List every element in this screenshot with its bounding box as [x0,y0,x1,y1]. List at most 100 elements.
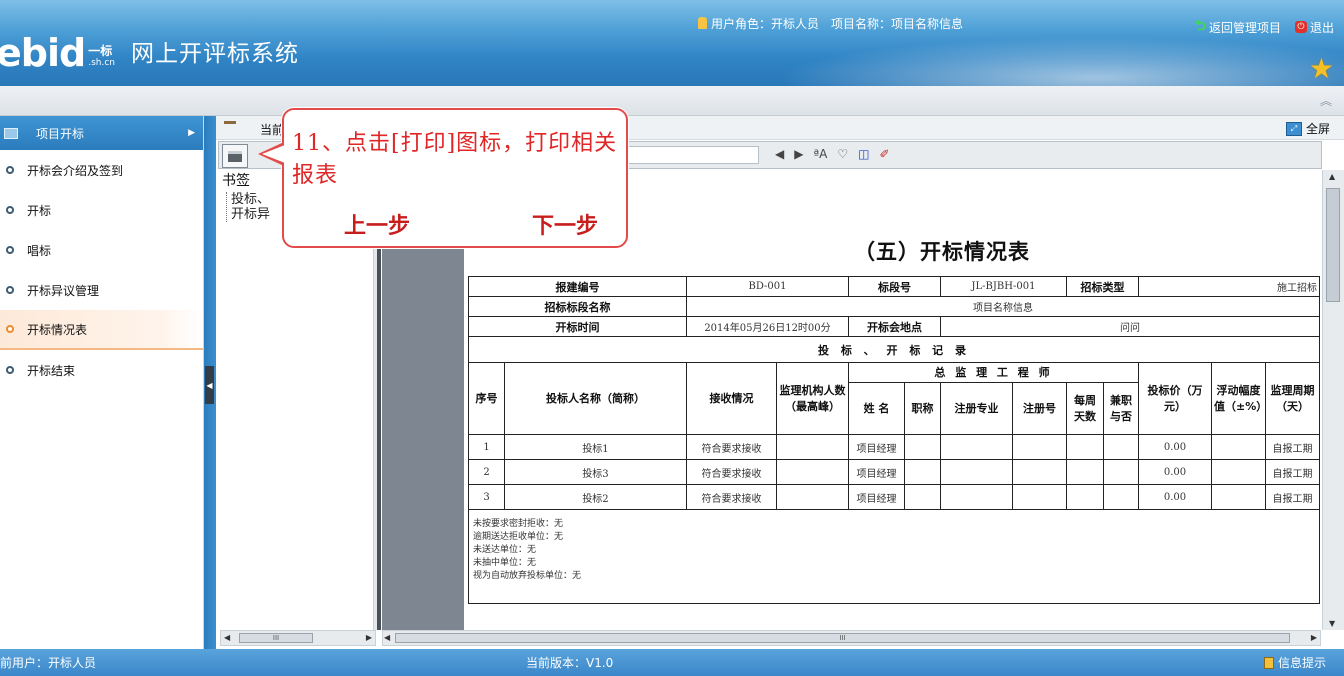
cell-name: 项目经理 [848,459,905,485]
folder-icon [4,127,18,139]
collapse-sidebar-icon[interactable]: ◀ [205,366,214,404]
scroll-thumb[interactable]: III [395,633,1290,643]
favorite-star-icon[interactable]: ★ [1309,52,1334,85]
table-row: 2 投标3 符合要求接收 项目经理 0.00 自报工期 [468,459,1320,485]
cell-receive: 符合要求接收 [686,484,777,510]
scroll-up-icon[interactable]: ▲ [1329,172,1335,181]
value-open-time: 2014年05月26日12时00分 [686,316,849,337]
system-title: 网上开评标系统 [130,41,299,67]
sidebar-item-finish[interactable]: 开标结束 [0,350,203,390]
scroll-thumb[interactable] [1326,188,1340,302]
highlight-icon[interactable]: ✐ [879,147,889,161]
bullet-icon [6,366,14,374]
back-to-projects-link[interactable]: ⮌ 返回管理项目 [1195,15,1281,39]
sidebar-item-signin[interactable]: 开标会介绍及签到 [0,150,203,190]
sidebar-splitter[interactable]: ◀ [204,116,216,649]
prev-page-icon[interactable]: ◀ [775,147,784,161]
table-row: 1 投标1 符合要求接收 项目经理 0.00 自报工期 [468,434,1320,460]
sub-header-bar [0,86,1344,116]
app-version: 当前版本：V1.0 [526,656,614,670]
cell-receive: 符合要求接收 [686,434,777,460]
user-role-text: 用户角色：开标人员 [711,17,820,31]
cell-price: 0.00 [1138,484,1212,510]
user-icon [698,17,707,29]
vertical-scrollbar[interactable]: ▲ ▼ [1322,170,1344,630]
header-bidder: 投标人名称（简称） [504,362,687,435]
collapse-up-icon[interactable]: ︽ [1320,92,1332,109]
sidebar-section-header[interactable]: 项目开标 ▶ [0,116,203,150]
header-major: 注册专业 [940,382,1013,435]
sidebar-menu: 开标会介绍及签到 开标 唱标 开标异议管理 开标情况表 开标结束 [0,150,203,390]
brand-cn: 一标 [88,44,113,58]
cell-bidder: 投标1 [504,434,687,460]
bullet-icon [6,325,14,333]
print-icon [228,150,242,162]
sidebar-item-sing-bid[interactable]: 唱标 [0,230,203,270]
brand-sub: 一标 .sh.cn [88,44,115,69]
cell-days [1066,484,1104,510]
info-label: 信息提示 [1277,656,1326,670]
scroll-down-icon[interactable]: ▼ [1329,619,1335,628]
cell-bidder: 投标3 [504,459,687,485]
cell-price: 0.00 [1138,459,1212,485]
cell-float [1211,484,1266,510]
sidebar-item-open-bid[interactable]: 开标 [0,190,203,230]
report-hscrollbar[interactable]: ◀ III ▶ [382,630,1321,646]
brand-domain: .sh.cn [88,58,115,68]
project-name: 项目名称：项目名称信息 [831,17,964,31]
info-icon [1263,656,1274,669]
cell-reg-no [1012,484,1067,510]
back-label: 返回管理项目 [1208,20,1281,35]
scroll-right-icon[interactable]: ▶ [1311,633,1317,642]
scroll-right-icon[interactable]: ▶ [366,633,372,642]
cell-major [940,459,1013,485]
label-section-code: 标段号 [848,276,941,297]
cell-period: 自报工期 [1265,459,1320,485]
cell-reg-no [1012,434,1067,460]
sidebar-item-label: 开标情况表 [27,322,88,337]
fullscreen-label: 全屏 [1305,122,1330,136]
chevron-right-icon: ▶ [188,128,195,138]
cell-receive: 符合要求接收 [686,459,777,485]
bid-report-table: 报建编号 BD-001 标段号 JL-BJBH-001 招标类型 施工招标 招标… [468,276,1320,604]
prev-step-link[interactable]: 上一步 [344,208,410,240]
bullet-icon [6,286,14,294]
find-text-icon[interactable]: ªA [813,147,827,161]
scroll-left-icon[interactable]: ◀ [384,633,390,642]
cell-title [904,434,941,460]
sidebar-item-bid-report[interactable]: 开标情况表 [0,310,203,350]
next-page-icon[interactable]: ▶ [794,147,803,161]
cell-staff [776,434,849,460]
cell-staff [776,484,849,510]
print-button[interactable] [222,144,248,168]
cell-days [1066,434,1104,460]
cell-price: 0.00 [1138,434,1212,460]
note-line: 视为自动放弃投标单位：无 [473,571,582,581]
bookmark-hscrollbar[interactable]: ◀ III ▶ [220,630,376,646]
bullet-icon [6,246,14,254]
cell-name: 项目经理 [848,434,905,460]
app-header: ebid 一标 .sh.cn 网上开评标系统 用户角色：开标人员 项目名称：项目… [0,0,1344,86]
logo: ebid 一标 .sh.cn 网上开评标系统 [0,28,299,74]
select-icon[interactable]: ♡ [837,147,848,161]
cell-name: 项目经理 [848,484,905,510]
cell-parttime [1103,459,1139,485]
info-link[interactable]: 信息提示 [1263,654,1326,671]
fullscreen-button[interactable]: ⤢ 全屏 [1285,120,1330,137]
table-row: 3 投标2 符合要求接收 项目经理 0.00 自报工期 [468,484,1320,510]
report-notes: 未按要求密封拒收：无 逾期送达拒收单位：无 未送达单位：无 未抽中单位：无 视为… [468,509,1320,604]
header-receive: 接收情况 [686,362,777,435]
note-line: 逾期送达拒收单位：无 [473,532,564,542]
value-project-code: BD-001 [686,276,849,297]
columns-icon[interactable]: ◫ [858,147,869,161]
next-step-link[interactable]: 下一步 [532,208,598,240]
header-price: 投标价（万元） [1138,362,1212,435]
cell-no: 1 [468,434,505,460]
sidebar-item-label: 开标 [27,203,52,218]
scroll-thumb[interactable]: III [239,633,313,643]
scroll-left-icon[interactable]: ◀ [224,633,230,642]
exit-link[interactable]: ⏻ 退出 [1294,19,1334,36]
sidebar-item-objection[interactable]: 开标异议管理 [0,270,203,310]
label-tender-type: 招标类型 [1066,276,1139,297]
back-icon: ⮌ [1194,18,1206,34]
